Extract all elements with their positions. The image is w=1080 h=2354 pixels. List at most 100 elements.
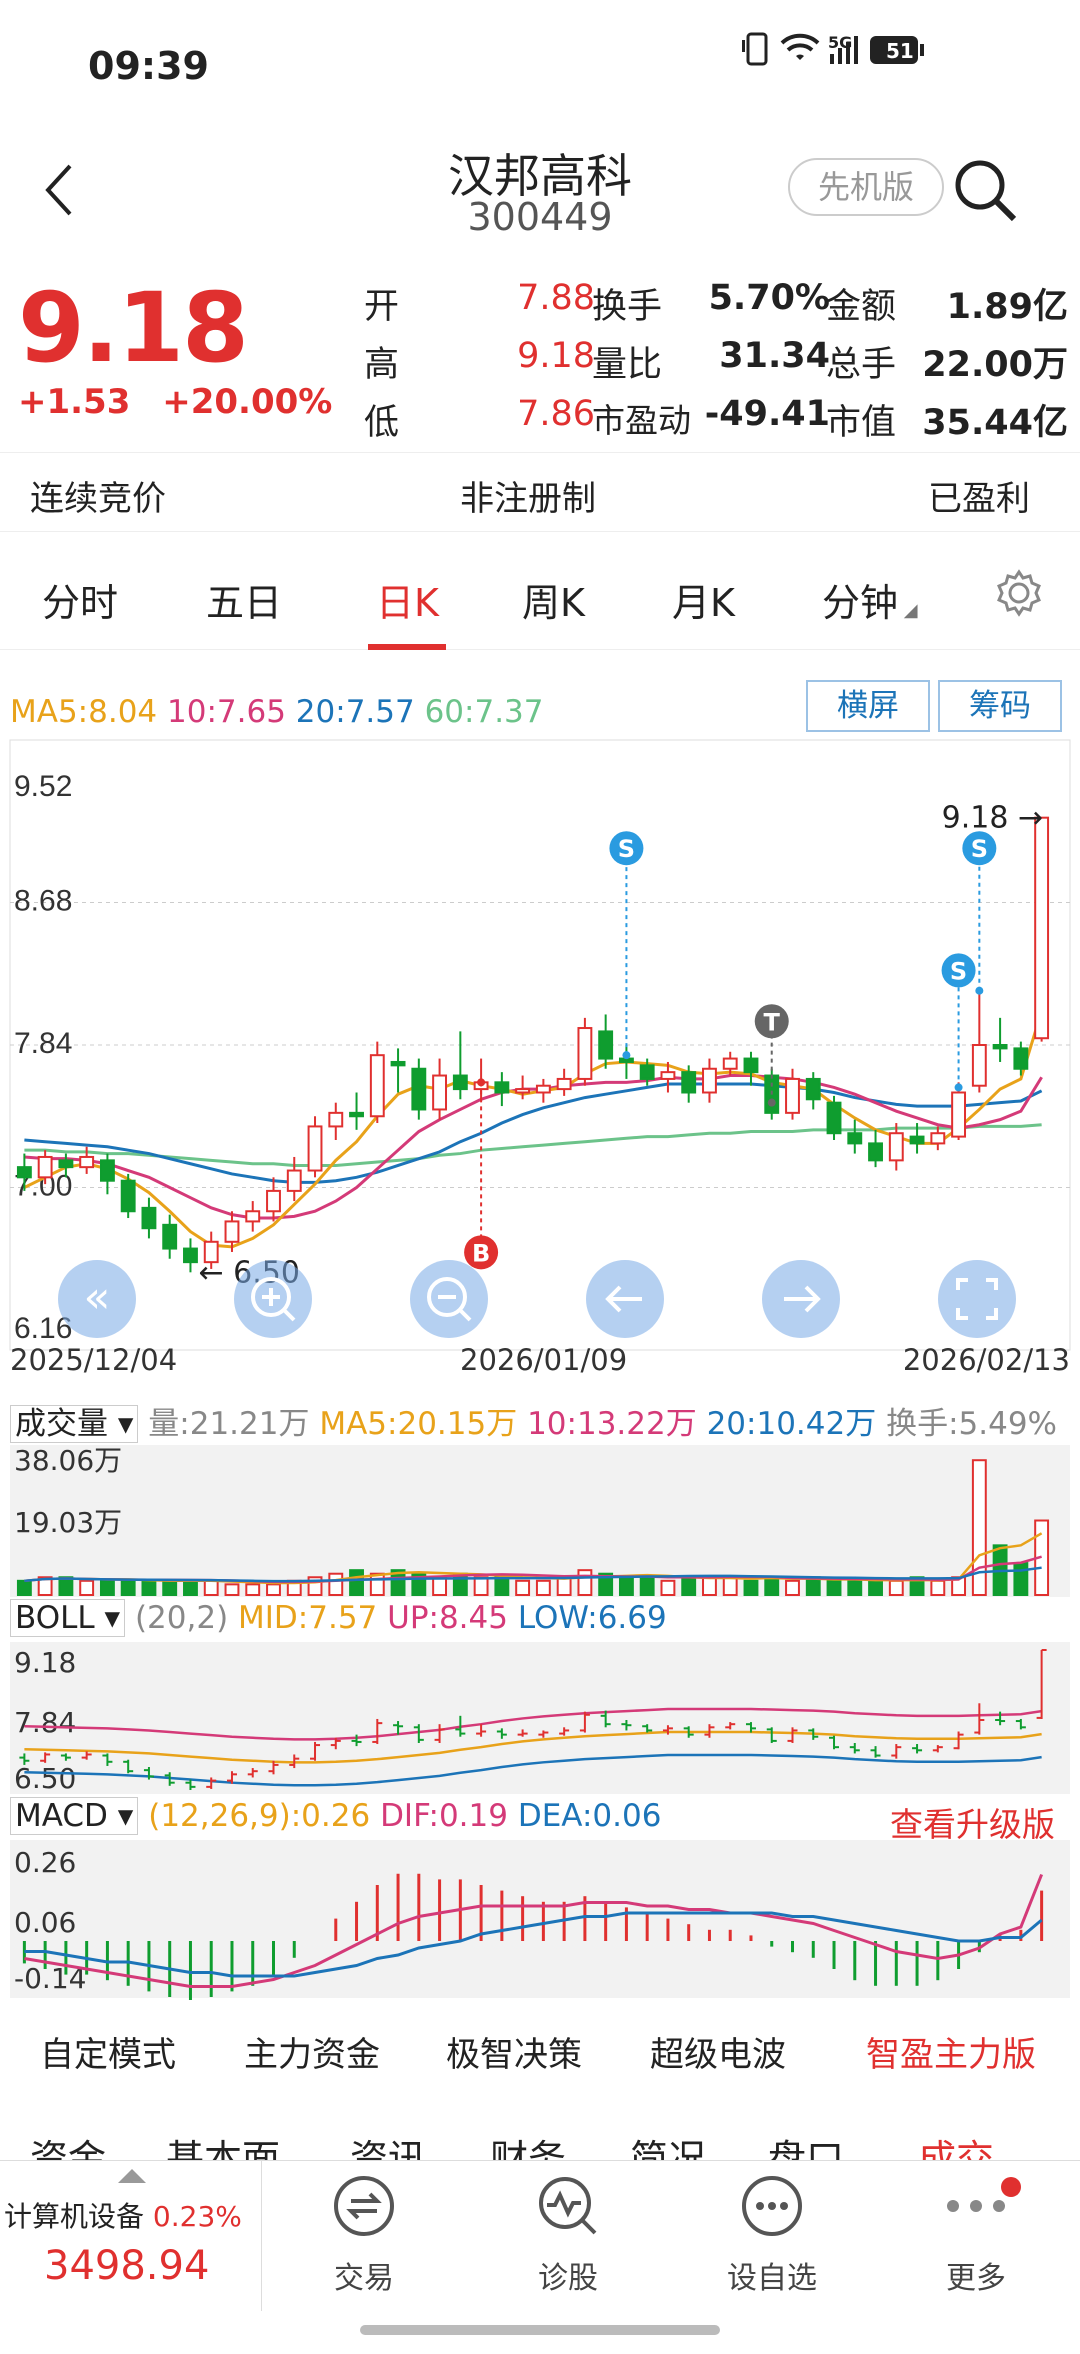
value-total-hands: 22.00万 (922, 345, 1068, 385)
price-change: +1.53 +20.00% (18, 382, 332, 422)
boll-low: LOW:6.69 (517, 1600, 667, 1636)
boll-up: UP:8.45 (387, 1600, 508, 1636)
label-high: 高 (364, 345, 400, 385)
volume-bar (349, 1569, 364, 1596)
move-right-icon[interactable] (762, 1260, 840, 1338)
volume-legend: 成交量 ▾ 量:21.21万 MA5:20.15万 10:13.22万 20:1… (10, 1398, 1057, 1443)
candle (639, 1064, 655, 1080)
candle (183, 1247, 198, 1264)
volume-bar (764, 1576, 780, 1596)
tab-fundamental[interactable]: 基本面 (166, 2128, 280, 2160)
volume-bar (16, 1579, 32, 1597)
nav-diagnose[interactable]: 诊股 (488, 2171, 648, 2301)
rewind-icon[interactable]: « (58, 1260, 136, 1338)
candle (722, 1057, 738, 1070)
candle (141, 1206, 157, 1230)
nav-watchlist[interactable]: 设自选 (692, 2171, 852, 2301)
menu-decision[interactable]: 极智决策 (446, 2027, 582, 2076)
volume-bar (79, 1579, 95, 1597)
tab-weekly-k[interactable]: 周K (522, 572, 585, 627)
candle (888, 1132, 904, 1162)
volume-bar (930, 1579, 946, 1597)
marker-label: T (764, 1008, 781, 1036)
boll-mid: MID:7.57 (238, 1600, 378, 1636)
macd-param: (12,26,9):0.26 (148, 1798, 371, 1834)
page-header: 汉邦高科 300449 先机版 (0, 130, 1080, 270)
volume-bar (785, 1579, 800, 1597)
value-pe: -49.41 (704, 394, 830, 434)
volume-tick: 19.03万 (14, 1506, 122, 1539)
candle (452, 1074, 468, 1091)
y-tick-label: 8.68 (14, 885, 72, 918)
high-annotation: 9.18 → (942, 801, 1043, 836)
candle (556, 1077, 572, 1091)
candle (743, 1057, 759, 1074)
tab-orderbook[interactable]: 盘口 (768, 2128, 844, 2160)
marker-label: S (950, 957, 967, 985)
quote-row: 低 7.86 市盈动 -49.41 市值 35.44亿 (360, 394, 1070, 450)
volume-bar (535, 1579, 551, 1597)
move-left-icon[interactable] (586, 1260, 664, 1338)
trade-icon (334, 2176, 394, 2236)
search-icon[interactable] (950, 155, 1020, 225)
settings-gear-icon[interactable] (994, 568, 1044, 618)
tab-fund[interactable]: 资金 (30, 2128, 106, 2160)
candle (286, 1169, 302, 1192)
tab-monthly-k[interactable]: 月K (672, 572, 735, 627)
menu-zhiying[interactable]: 智盈主力版 (866, 2027, 1036, 2076)
zoom-out-icon[interactable] (410, 1260, 488, 1338)
marker-dot (975, 986, 984, 995)
tab-daily-k[interactable]: 日K (376, 572, 439, 627)
boll-indicator-select[interactable]: BOLL ▾ (10, 1599, 126, 1637)
volume-bar (245, 1583, 261, 1596)
zoom-in-icon[interactable] (234, 1260, 312, 1338)
nav-diagnose-label: 诊股 (538, 2261, 598, 2296)
tab-minute[interactable]: 分钟 ◢ (822, 572, 918, 627)
candle (79, 1155, 95, 1169)
menu-main-fund[interactable]: 主力资金 (244, 2027, 380, 2076)
tab-news[interactable]: 资讯 (350, 2128, 426, 2160)
volume-bar (494, 1576, 510, 1596)
stock-flags: 连续竞价 非注册制 已盈利 (0, 452, 1080, 532)
volume-bar (266, 1583, 281, 1596)
candle (1034, 816, 1050, 1040)
candle (992, 1044, 1008, 1050)
marker-dot (954, 1083, 963, 1092)
info-tabs: 资金 基本面 资讯 财务 简况 盘口 成交 (0, 2120, 1080, 2160)
volume-bar (473, 1576, 489, 1596)
candle (411, 1067, 427, 1111)
macd-indicator-select[interactable]: MACD ▾ (10, 1797, 139, 1835)
menu-super-wave[interactable]: 超级电波 (650, 2027, 786, 2076)
tab-intraday[interactable]: 分时 (42, 572, 118, 627)
boll-tick: 7.84 (14, 1706, 76, 1739)
tab-five-day[interactable]: 五日 (206, 572, 282, 627)
volume-indicator-select[interactable]: 成交量 ▾ (10, 1405, 139, 1443)
upgrade-link[interactable]: 查看升级版 (890, 1798, 1055, 1846)
more-dots-icon (742, 2176, 802, 2236)
menu-custom-mode[interactable]: 自定模式 (40, 2027, 176, 2076)
candle (826, 1101, 842, 1135)
candle (224, 1220, 240, 1243)
candle (598, 1030, 614, 1060)
volume-bar (660, 1579, 676, 1597)
version-button[interactable]: 先机版 (788, 158, 944, 216)
nav-trade[interactable]: 交易 (284, 2171, 444, 2301)
label-total-hands: 总手 (826, 345, 897, 385)
tab-profile[interactable]: 简况 (630, 2128, 706, 2160)
sector-row: 计算机设备 0.23% (4, 2195, 242, 2235)
tab-trades[interactable]: 成交 (918, 2128, 994, 2160)
period-tabs: 分时 五日 日K 周K 月K 分钟 ◢ (0, 540, 1080, 650)
candle (245, 1210, 261, 1223)
volume-bar (1013, 1562, 1029, 1596)
candle (971, 1044, 987, 1087)
tab-finance[interactable]: 财务 (490, 2128, 566, 2160)
volume-bar (722, 1576, 738, 1596)
x-axis-label: 2026/02/13 (903, 1343, 1070, 1377)
volume-turnover: 换手:5.49% (886, 1406, 1058, 1442)
feature-menu: 自定模式 主力资金 极智决策 超级电波 智盈主力版 (0, 2005, 1080, 2095)
sector-index[interactable]: 计算机设备 0.23% 3498.94 (0, 2161, 262, 2311)
macd-dif: DIF:0.19 (380, 1798, 508, 1834)
nav-more[interactable]: 更多 (896, 2171, 1056, 2301)
fullscreen-icon[interactable] (938, 1260, 1016, 1338)
boll-panel (10, 1642, 1070, 1794)
